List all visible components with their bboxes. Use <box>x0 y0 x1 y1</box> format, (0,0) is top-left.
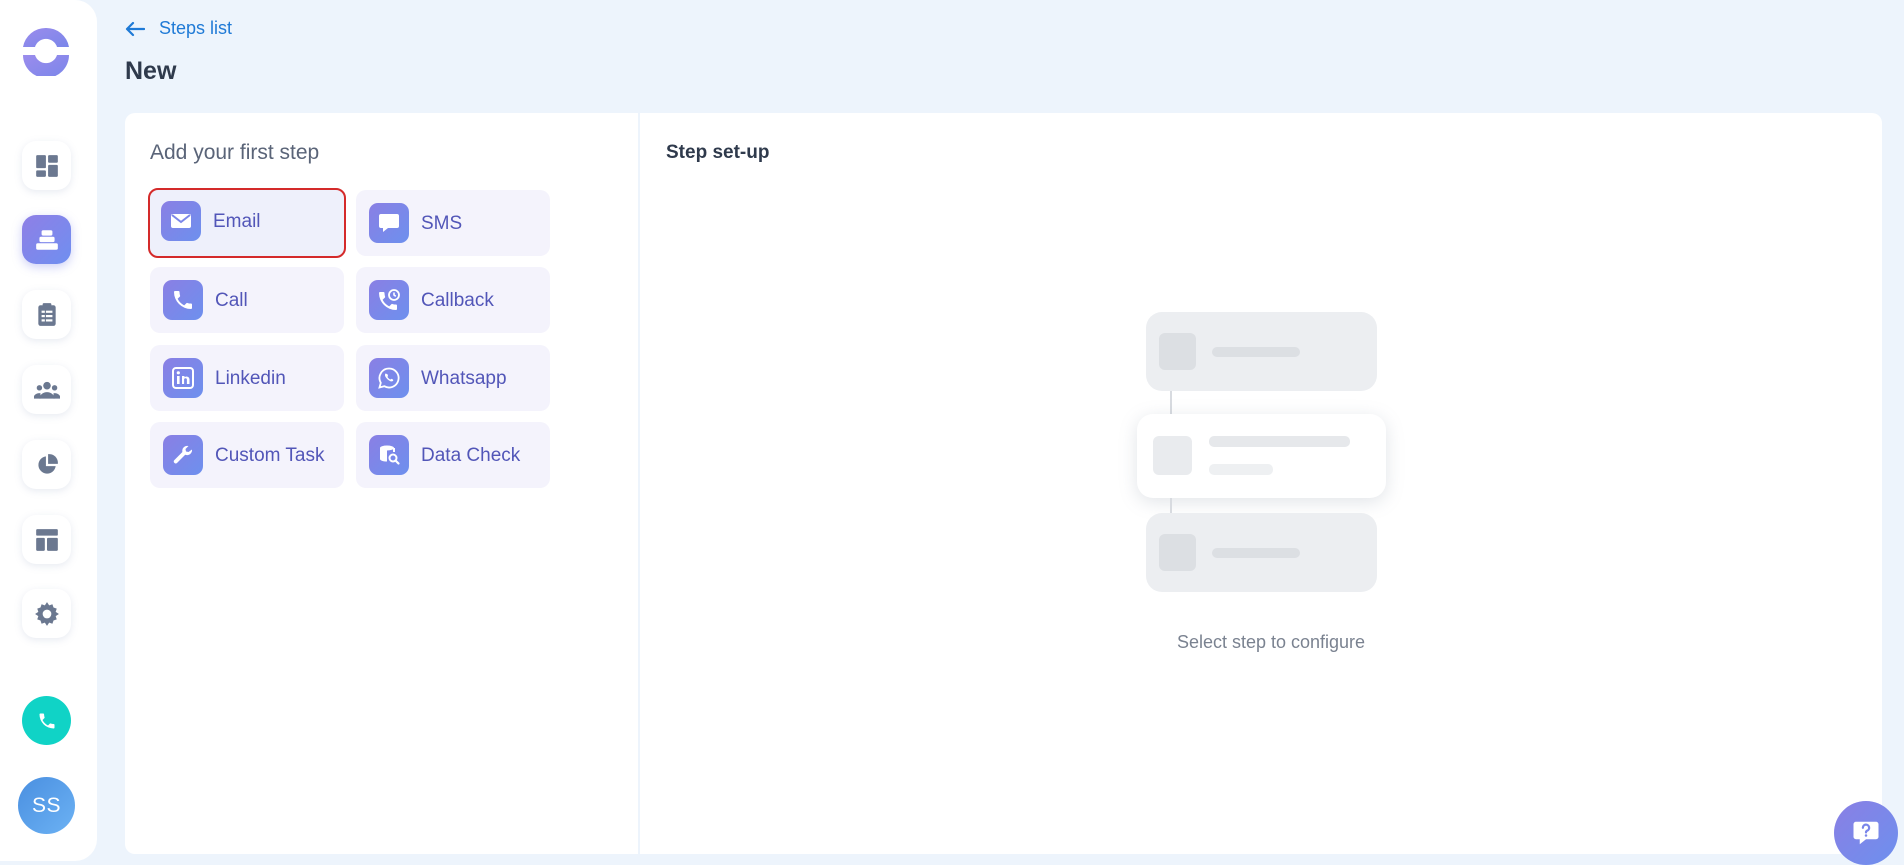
nav-templates[interactable] <box>22 515 71 564</box>
sequences-icon <box>35 229 58 250</box>
dashboard-icon <box>35 154 58 177</box>
step-sms-button[interactable]: SMS <box>356 190 550 256</box>
contacts-icon <box>33 381 60 399</box>
step-label: Custom Task <box>215 445 325 466</box>
settings-icon <box>34 601 59 626</box>
nav-reports[interactable] <box>22 440 71 489</box>
arrow-left-icon <box>125 21 145 36</box>
placeholder-card <box>1146 312 1377 391</box>
linkedin-icon <box>172 367 194 389</box>
step-callback-button[interactable]: Callback <box>356 267 550 333</box>
email-icon <box>171 214 191 228</box>
step-data-check-button[interactable]: Data Check <box>356 422 550 488</box>
data-check-step-icon-box <box>369 435 409 475</box>
step-label: SMS <box>421 213 463 234</box>
nav-dashboard[interactable] <box>22 141 71 190</box>
page-title: New <box>125 57 177 85</box>
tasks-icon <box>37 302 56 326</box>
step-label: Whatsapp <box>421 368 507 389</box>
step-label: Data Check <box>421 445 521 466</box>
step-linkedin-button[interactable]: Linkedin <box>150 345 344 411</box>
nav-contacts[interactable] <box>22 365 71 414</box>
step-label: Email <box>213 211 261 232</box>
whatsapp-step-icon-box <box>369 358 409 398</box>
back-to-steps-list-link[interactable]: Steps list <box>125 18 232 39</box>
step-label: Linkedin <box>215 368 286 389</box>
placeholder-card <box>1146 513 1377 592</box>
nav-tasks[interactable] <box>22 290 71 339</box>
chat-help-icon <box>1853 821 1879 845</box>
email-step-icon-box <box>161 201 201 241</box>
call-step-icon-box <box>163 280 203 320</box>
step-label: Call <box>215 290 248 311</box>
callback-step-icon-box <box>369 280 409 320</box>
placeholder-card-highlighted <box>1137 414 1386 498</box>
nav-sequences[interactable] <box>22 215 71 264</box>
back-link-label: Steps list <box>159 18 233 38</box>
phone-button[interactable] <box>22 696 71 745</box>
steps-panel: Add your first step Email SMS Call Callb… <box>125 113 638 854</box>
step-call-button[interactable]: Call <box>150 267 344 333</box>
sms-step-icon-box <box>369 203 409 243</box>
step-label: Callback <box>421 290 494 311</box>
step-custom-task-button[interactable]: Custom Task <box>150 422 344 488</box>
phone-icon <box>39 713 54 728</box>
custom-task-step-icon-box <box>163 435 203 475</box>
step-setup-panel: Step set-up Select step to configure <box>640 113 1882 854</box>
data-check-icon <box>380 445 400 465</box>
nav-settings[interactable] <box>22 589 71 638</box>
sms-icon <box>379 214 399 232</box>
linkedin-step-icon-box <box>163 358 203 398</box>
step-email-button[interactable]: Email <box>148 188 346 258</box>
step-setup-heading: Step set-up <box>666 142 770 163</box>
templates-icon <box>35 528 58 551</box>
help-chat-button[interactable] <box>1834 801 1898 865</box>
step-whatsapp-button[interactable]: Whatsapp <box>356 345 550 411</box>
callback-icon <box>379 289 400 310</box>
call-icon <box>174 291 192 309</box>
empty-state-illustration <box>1136 312 1396 602</box>
wrench-icon <box>173 445 193 464</box>
reports-icon <box>37 453 58 474</box>
user-avatar[interactable]: SS <box>18 777 75 834</box>
sidebar: SS <box>0 0 97 861</box>
steps-panel-heading: Add your first step <box>150 141 320 164</box>
app-logo-icon[interactable] <box>21 26 71 76</box>
whatsapp-icon <box>378 367 400 389</box>
empty-state-text: Select step to configure <box>1176 632 1366 652</box>
